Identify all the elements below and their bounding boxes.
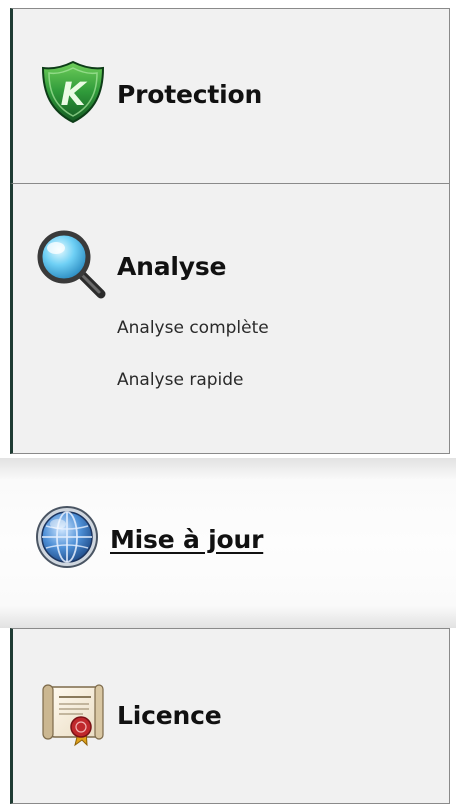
nav-section-analyse[interactable]: Analyse Analyse complète Analyse rapide [10, 183, 450, 454]
nav-section-analyse-label: Analyse [117, 251, 227, 281]
nav-section-protection[interactable]: K Protection [10, 8, 450, 184]
nav-section-update-header[interactable]: Mise à jour [34, 504, 263, 574]
nav-section-analyse-header[interactable]: Analyse [35, 228, 227, 304]
nav-section-licence-header[interactable]: Licence [39, 679, 222, 751]
navigation-panel: K Protection Analyse Analyse complète An… [0, 0, 456, 807]
nav-section-licence-label: Licence [117, 700, 222, 730]
svg-text:K: K [61, 75, 88, 113]
shield-icon: K [39, 59, 107, 129]
analyse-complete-link[interactable]: Analyse complète [117, 318, 269, 338]
nav-section-licence[interactable]: Licence [10, 628, 450, 804]
nav-section-protection-label: Protection [117, 79, 263, 109]
globe-icon [34, 504, 100, 574]
nav-section-protection-header[interactable]: K Protection [39, 59, 262, 129]
nav-section-update[interactable]: Mise à jour [0, 458, 456, 628]
nav-section-update-label: Mise à jour [110, 524, 264, 554]
magnifier-icon [35, 228, 107, 304]
analyse-rapide-link[interactable]: Analyse rapide [117, 370, 244, 390]
certificate-icon [39, 679, 107, 751]
